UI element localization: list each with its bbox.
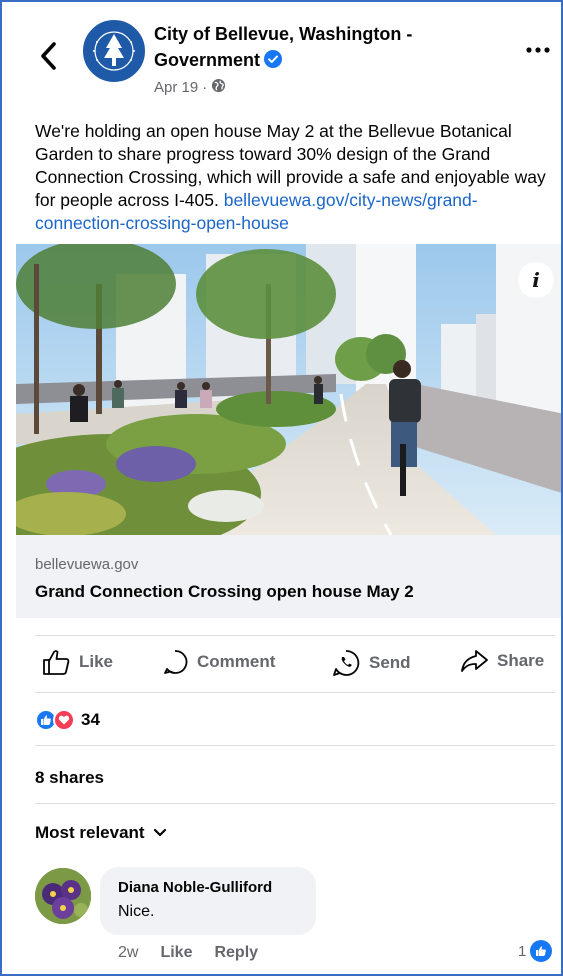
pansy-flowers-image [35,868,91,924]
link-domain: bellevuewa.gov [35,556,139,573]
comment-bubble-icon [161,648,189,676]
send-label: Send [369,653,411,672]
bridge-rendering-image [16,244,561,535]
post-date[interactable]: Apr 19 [154,79,198,96]
city-seal-logo [87,24,141,78]
sort-label: Most relevant [35,823,145,842]
comment-reply-button[interactable]: Reply [214,944,258,962]
back-arrow-icon[interactable] [36,40,62,72]
globe-icon [211,78,226,97]
like-button[interactable]: Like [41,648,113,676]
page-avatar[interactable] [83,20,145,82]
reaction-count: 34 [81,710,100,729]
divider-top [35,635,555,636]
post-actions-bar: Like Comment Send Share [35,642,555,686]
comment-author[interactable]: Diana Noble-Gulliford [118,879,272,896]
like-reaction-icon [530,940,553,962]
shares-count[interactable]: 8 shares [35,768,104,788]
comment-bubble[interactable]: Diana Noble-Gulliford Nice. [100,867,316,935]
share-arrow-icon [459,648,489,674]
comment-sort-dropdown[interactable]: Most relevant [35,823,167,843]
post-image[interactable]: i [16,244,561,535]
page-name-text[interactable]: City of Bellevue, Washington - Governmen… [154,24,412,70]
verified-badge-icon [264,49,283,68]
post-body: We're holding an open house May 2 at the… [35,120,555,235]
divider-reactions [35,745,555,746]
meta-separator: · [202,79,208,96]
comment-button[interactable]: Comment [161,648,275,676]
page-name[interactable]: City of Bellevue, Washington - Governmen… [154,21,494,73]
more-options-icon[interactable] [524,40,552,60]
comment-text: Nice. [118,903,155,920]
comment-label: Comment [197,652,276,671]
send-button[interactable]: Send [331,648,411,678]
share-button[interactable]: Share [459,648,544,674]
link-preview-card[interactable]: bellevuewa.gov Grand Connection Crossing… [16,535,561,618]
thumbs-up-icon [41,648,71,676]
divider-shares [35,803,555,804]
comment-meta: 2w Like Reply [118,944,258,962]
post-screen: City of Bellevue, Washington - Governmen… [0,0,563,976]
comment-like-count[interactable]: 1 [518,940,553,962]
comment-age: 2w [118,944,139,961]
share-label: Share [497,651,545,670]
post-meta: Apr 19 · [154,78,226,97]
love-reaction-icon [53,709,75,731]
info-icon[interactable]: i [518,262,554,298]
chevron-down-icon [153,823,167,843]
divider-bottom [35,692,555,693]
link-title[interactable]: Grand Connection Crossing open house May… [35,582,414,602]
whatsapp-send-icon [331,648,361,678]
like-label: Like [79,652,114,671]
reactions-summary[interactable]: 34 [35,709,100,731]
comment-like-number: 1 [518,942,527,960]
comment-like-button[interactable]: Like [160,944,192,962]
commenter-avatar[interactable] [35,868,91,924]
